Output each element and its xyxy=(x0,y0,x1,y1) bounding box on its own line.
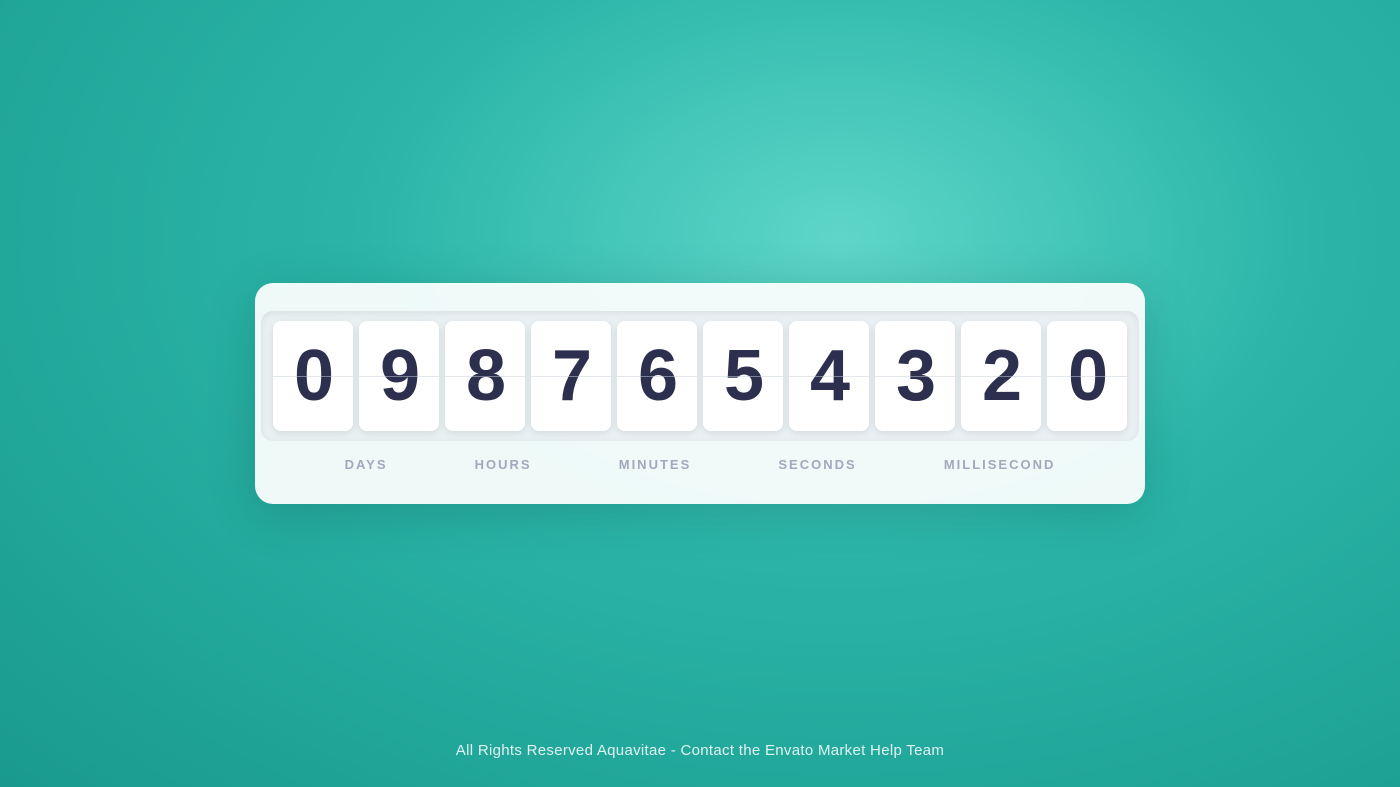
label-hours: HOURS xyxy=(475,457,532,472)
digit-cell-seconds-2: 3 xyxy=(875,321,955,431)
digit-cell-minutes-1: 6 xyxy=(617,321,697,431)
digit-cell-ms-2: 0 xyxy=(1047,321,1127,431)
label-days: DAYS xyxy=(345,457,388,472)
digit-value-minutes-2: 5 xyxy=(724,340,762,412)
digit-value-hours-2: 7 xyxy=(552,340,590,412)
digit-value-days-2: 9 xyxy=(380,340,418,412)
digit-cell-days-1: 0 xyxy=(273,321,353,431)
labels-row: DAYS HOURS MINUTES SECONDS MILLISECOND xyxy=(295,457,1105,472)
countdown-card: 0 9 8 7 6 5 4 3 2 0 xyxy=(255,283,1145,504)
digit-cell-hours-2: 7 xyxy=(531,321,611,431)
label-days-text: DAYS xyxy=(345,457,388,472)
label-minutes: MINUTES xyxy=(619,457,692,472)
digit-cell-ms-1: 2 xyxy=(961,321,1041,431)
digit-value-seconds-1: 4 xyxy=(810,340,848,412)
label-seconds-text: SECONDS xyxy=(778,457,856,472)
label-minutes-text: MINUTES xyxy=(619,457,692,472)
digit-cell-days-2: 9 xyxy=(359,321,439,431)
digit-value-ms-2: 0 xyxy=(1068,340,1106,412)
digits-row: 0 9 8 7 6 5 4 3 2 0 xyxy=(261,311,1139,441)
digit-cell-minutes-2: 5 xyxy=(703,321,783,431)
digit-value-seconds-2: 3 xyxy=(896,340,934,412)
digit-cell-hours-1: 8 xyxy=(445,321,525,431)
label-millisecond: MILLISECOND xyxy=(944,457,1056,472)
label-millisecond-text: MILLISECOND xyxy=(944,457,1056,472)
digit-cell-seconds-1: 4 xyxy=(789,321,869,431)
footer-text: All Rights Reserved Aquavitae - Contact … xyxy=(0,742,1400,759)
digit-value-minutes-1: 6 xyxy=(638,340,676,412)
digit-value-ms-1: 2 xyxy=(982,340,1020,412)
label-seconds: SECONDS xyxy=(778,457,856,472)
digit-value-hours-1: 8 xyxy=(466,340,504,412)
digit-value-days-1: 0 xyxy=(294,340,332,412)
label-hours-text: HOURS xyxy=(475,457,532,472)
